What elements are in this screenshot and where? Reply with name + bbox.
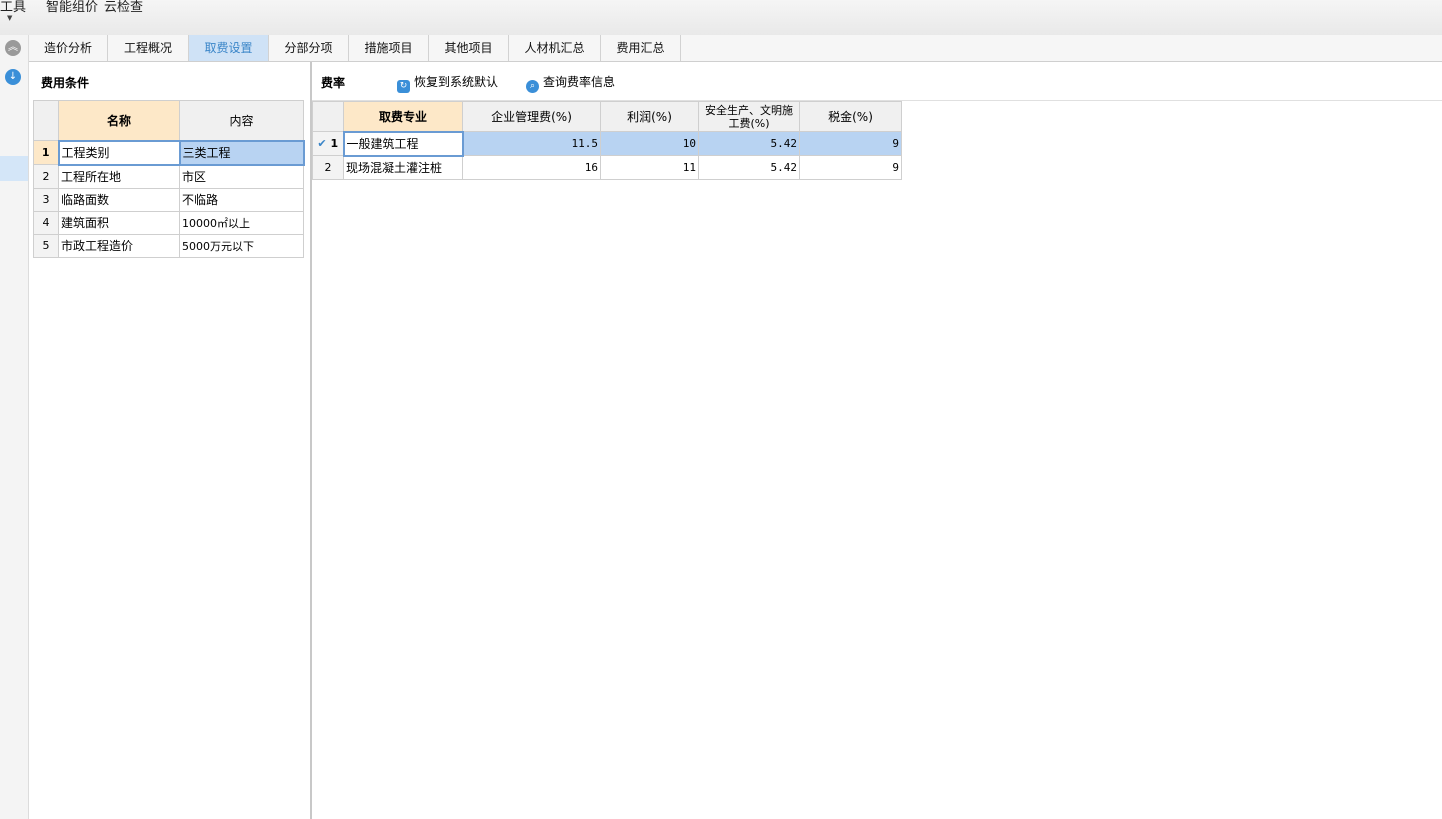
tab-fee-summary[interactable]: 费用汇总 [601, 35, 681, 61]
tab-bar: 造价分析 工程概况 取费设置 分部分项 措施项目 其他项目 人材机汇总 费用汇总 [29, 35, 1442, 62]
cell-safety-fee[interactable]: 5.42 [698, 131, 800, 156]
chevron-down-icon[interactable]: ▼ [7, 14, 12, 22]
menu-smart-group[interactable]: 智能组价 [46, 0, 98, 15]
tab-other-items[interactable]: 其他项目 [429, 35, 509, 61]
tab-project-overview[interactable]: 工程概况 [108, 35, 189, 61]
row-number: 4 [33, 210, 59, 235]
cell-name[interactable]: 建筑面积 [58, 210, 180, 235]
restore-default-button[interactable]: ↻ 恢复到系统默认 [397, 73, 498, 93]
cell-content[interactable]: 不临路 [179, 187, 304, 212]
cell-profit[interactable]: 10 [600, 131, 699, 156]
row-number: 1 [33, 140, 59, 165]
restore-icon: ↻ [397, 80, 410, 93]
table-header-row: 取费专业 企业管理费(%) 利润(%) 安全生产、文明施工费(%) 税金(%) [312, 101, 902, 132]
cell-specialty[interactable]: 一般建筑工程 [342, 130, 464, 157]
header-profit[interactable]: 利润(%) [600, 101, 699, 132]
tab-cost-analysis[interactable]: 造价分析 [29, 35, 108, 61]
header-mgmt-fee[interactable]: 企业管理费(%) [462, 101, 601, 132]
cell-content[interactable]: 10000㎡以上 [179, 210, 304, 235]
cell-name[interactable]: 市政工程造价 [58, 233, 180, 258]
header-specialty[interactable]: 取费专业 [343, 101, 463, 132]
cell-name[interactable]: 工程所在地 [58, 164, 180, 189]
query-rate-button[interactable]: ⌕ 查询费率信息 [526, 73, 615, 93]
tab-measures[interactable]: 措施项目 [349, 35, 429, 61]
header-tax[interactable]: 税金(%) [799, 101, 902, 132]
cell-tax[interactable]: 9 [799, 155, 902, 180]
row-number: 2 [312, 155, 344, 180]
cell-tax[interactable]: 9 [799, 131, 902, 156]
row-number: 5 [33, 233, 59, 258]
header-name[interactable]: 名称 [58, 100, 180, 141]
left-icon-strip: ︽ ↓ [0, 35, 29, 819]
menu-tools[interactable]: 工具 [0, 0, 26, 15]
fee-rate-table: 取费专业 企业管理费(%) 利润(%) 安全生产、文明施工费(%) 税金(%) … [312, 101, 902, 180]
table-row[interactable]: 2 工程所在地 市区 [33, 164, 304, 189]
cell-mgmt-fee[interactable]: 16 [462, 155, 601, 180]
fee-conditions-title: 费用条件 [41, 76, 90, 90]
tab-labor-material-summary[interactable]: 人材机汇总 [509, 35, 601, 61]
header-corner [33, 100, 59, 141]
cell-content[interactable]: 5000万元以下 [179, 233, 304, 258]
cell-specialty[interactable]: 现场混凝土灌注桩 [343, 155, 463, 180]
search-icon: ⌕ [526, 80, 539, 93]
top-menu-bar: 工具 ▼ 智能组价 云检查 [0, 0, 1442, 36]
table-header-row: 名称 内容 [33, 100, 304, 141]
cell-mgmt-fee[interactable]: 11.5 [462, 131, 601, 156]
download-icon[interactable]: ↓ [5, 69, 21, 85]
cell-content[interactable]: 市区 [179, 164, 304, 189]
header-content[interactable]: 内容 [179, 100, 304, 141]
table-row[interactable]: 3 临路面数 不临路 [33, 187, 304, 212]
query-rate-label: 查询费率信息 [543, 75, 616, 89]
nav-highlight[interactable] [0, 156, 28, 181]
table-row[interactable]: 4 建筑面积 10000㎡以上 [33, 210, 304, 235]
fee-rate-title: 费率 [321, 76, 346, 90]
cell-safety-fee[interactable]: 5.42 [698, 155, 800, 180]
menu-cloud-check[interactable]: 云检查 [104, 0, 143, 15]
cell-name[interactable]: 工程类别 [57, 139, 181, 166]
collapse-up-icon[interactable]: ︽ [5, 40, 21, 56]
tab-sub-items[interactable]: 分部分项 [269, 35, 349, 61]
restore-default-label: 恢复到系统默认 [414, 75, 499, 89]
check-icon: ✔ [317, 137, 327, 150]
header-corner [312, 101, 344, 132]
cell-content[interactable]: 三类工程 [178, 139, 305, 166]
table-row[interactable]: 1 工程类别 三类工程 [33, 139, 305, 166]
header-safety-fee[interactable]: 安全生产、文明施工费(%) [698, 101, 800, 132]
cell-profit[interactable]: 11 [600, 155, 699, 180]
cell-name[interactable]: 临路面数 [58, 187, 180, 212]
table-row[interactable]: 5 市政工程造价 5000万元以下 [33, 233, 304, 258]
row-number: 1 [330, 137, 339, 150]
table-row[interactable]: ✔ 1 一般建筑工程 11.5 10 5.42 9 [312, 130, 902, 157]
tab-fee-settings[interactable]: 取费设置 [189, 35, 269, 61]
row-number: 2 [33, 164, 59, 189]
row-number: 3 [33, 187, 59, 212]
row-number-cell: ✔ 1 [312, 131, 344, 156]
fee-conditions-table: 名称 内容 1 工程类别 三类工程 2 工程所在地 市区 3 临路面数 不临路 … [33, 100, 305, 258]
table-row[interactable]: 2 现场混凝土灌注桩 16 11 5.42 9 [312, 155, 902, 180]
